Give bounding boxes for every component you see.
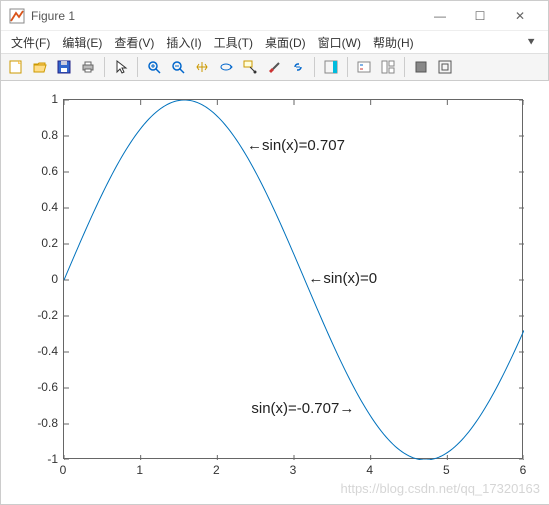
ytick-label: -0.2: [37, 308, 58, 322]
ytick-label: -0.8: [37, 416, 58, 430]
ytick-label: 0: [51, 272, 58, 286]
ytick-label: 0.8: [41, 128, 58, 142]
menu-desktop[interactable]: 桌面(D): [259, 32, 312, 53]
brush-button[interactable]: [263, 56, 285, 78]
menu-bar: 文件(F) 编辑(E) 查看(V) 插入(I) 工具(T) 桌面(D) 窗口(W…: [1, 31, 548, 53]
ytick-label: 0.2: [41, 236, 58, 250]
menu-help[interactable]: 帮助(H): [367, 32, 420, 53]
zoom-out-button[interactable]: [167, 56, 189, 78]
figure-canvas[interactable]: -1-0.8-0.6-0.4-0.200.20.40.60.810123456 …: [1, 81, 549, 504]
menu-file[interactable]: 文件(F): [5, 32, 56, 53]
xtick-label: 2: [213, 463, 220, 477]
hide-tools-button[interactable]: [410, 56, 432, 78]
pointer-button[interactable]: [110, 56, 132, 78]
new-figure-button[interactable]: [5, 56, 27, 78]
zoom-in-button[interactable]: [143, 56, 165, 78]
xtick-label: 3: [290, 463, 297, 477]
title-bar: Figure 1 — ☐ ✕: [1, 1, 548, 31]
print-button[interactable]: [77, 56, 99, 78]
minimize-button[interactable]: —: [420, 2, 460, 30]
matlab-figure-icon: [9, 8, 25, 24]
pan-button[interactable]: [191, 56, 213, 78]
toolbar-separator: [347, 57, 348, 77]
toolbar-separator: [137, 57, 138, 77]
ytick-label: 0.6: [41, 164, 58, 178]
menu-tools[interactable]: 工具(T): [208, 32, 259, 53]
ytick-label: 0.4: [41, 200, 58, 214]
xtick-label: 0: [60, 463, 67, 477]
close-button[interactable]: ✕: [500, 2, 540, 30]
menu-edit[interactable]: 编辑(E): [56, 32, 108, 53]
menu-overflow-icon[interactable]: ⯆: [526, 35, 544, 50]
ytick-label: -1: [47, 452, 58, 466]
maximize-button[interactable]: ☐: [460, 2, 500, 30]
menu-view[interactable]: 查看(V): [108, 32, 160, 53]
window-controls: — ☐ ✕: [420, 2, 540, 30]
insert-legend-button[interactable]: [353, 56, 375, 78]
annotation: sin(x)=-0.707→: [251, 400, 354, 417]
ytick-label: -0.4: [37, 344, 58, 358]
xtick-label: 6: [520, 463, 527, 477]
xtick-label: 1: [136, 463, 143, 477]
toolbar-separator: [314, 57, 315, 77]
insert-colorbar-button[interactable]: [320, 56, 342, 78]
toolbar-separator: [104, 57, 105, 77]
menu-insert[interactable]: 插入(I): [160, 32, 207, 53]
ytick-label: -0.6: [37, 380, 58, 394]
annotation: ←sin(x)=0: [308, 270, 377, 287]
link-button[interactable]: [287, 56, 309, 78]
ytick-label: 1: [51, 92, 58, 106]
toolbar-separator: [404, 57, 405, 77]
window-title: Figure 1: [31, 9, 420, 23]
rotate3d-button[interactable]: [215, 56, 237, 78]
annotation: ←sin(x)=0.707: [247, 137, 345, 154]
watermark-text: https://blog.csdn.net/qq_17320163: [341, 481, 541, 496]
dock-button[interactable]: [434, 56, 456, 78]
save-button[interactable]: [53, 56, 75, 78]
xtick-label: 4: [366, 463, 373, 477]
xtick-label: 5: [443, 463, 450, 477]
axes-layout-button[interactable]: [377, 56, 399, 78]
menu-window[interactable]: 窗口(W): [312, 32, 367, 53]
open-button[interactable]: [29, 56, 51, 78]
data-cursor-button[interactable]: [239, 56, 261, 78]
toolbar: [1, 53, 548, 81]
